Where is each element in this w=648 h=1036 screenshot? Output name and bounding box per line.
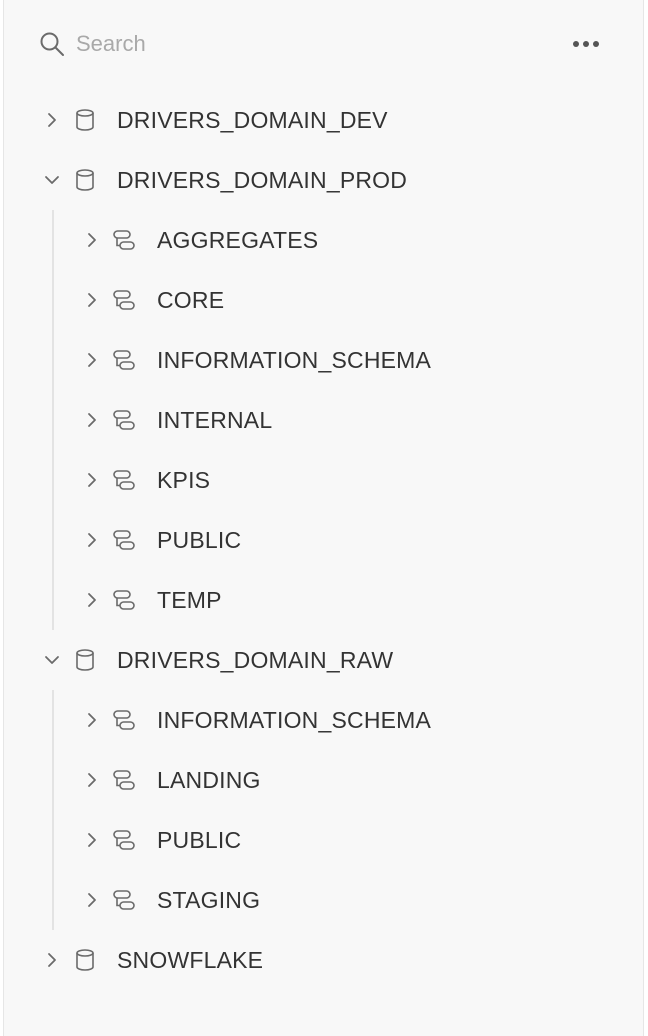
tree-item-label: INFORMATION_SCHEMA	[157, 707, 432, 733]
schema-icon	[111, 527, 137, 553]
database-item-drivers-domain-raw[interactable]: DRIVERS_DOMAIN_RAW	[4, 630, 643, 690]
chevron-right-icon[interactable]	[42, 950, 62, 970]
tree-item-label: INTERNAL	[157, 407, 273, 433]
chevron-right-icon[interactable]	[82, 470, 102, 490]
schema-item-aggregates[interactable]: AGGREGATES	[4, 210, 643, 270]
database-item-drivers-domain-dev[interactable]: DRIVERS_DOMAIN_DEV	[4, 90, 643, 150]
schema-icon	[111, 407, 137, 433]
schema-item-temp[interactable]: TEMP	[4, 570, 643, 630]
tree-item-label: AGGREGATES	[157, 227, 319, 253]
tree-item-label: DRIVERS_DOMAIN_PROD	[117, 167, 408, 193]
database-icon	[72, 947, 98, 973]
database-item-drivers-domain-prod[interactable]: DRIVERS_DOMAIN_PROD	[4, 150, 643, 210]
chevron-down-icon[interactable]	[42, 650, 62, 670]
tree-item-label: SNOWFLAKE	[117, 947, 264, 973]
schema-item-kpis[interactable]: KPIS	[4, 450, 643, 510]
more-options-button[interactable]	[564, 28, 608, 60]
schema-icon	[111, 827, 137, 853]
search-input[interactable]	[76, 28, 516, 60]
database-icon	[72, 647, 98, 673]
chevron-right-icon[interactable]	[82, 770, 102, 790]
tree-item-label: DRIVERS_DOMAIN_RAW	[117, 647, 394, 673]
schema-icon	[111, 347, 137, 373]
schema-icon	[111, 767, 137, 793]
database-tree: DRIVERS_DOMAIN_DEV DRIVERS_DOMAIN_PROD AGG…	[4, 90, 643, 990]
chevron-right-icon[interactable]	[82, 530, 102, 550]
schema-icon	[111, 707, 137, 733]
chevron-right-icon[interactable]	[82, 710, 102, 730]
database-icon	[72, 107, 98, 133]
tree-item-label: STAGING	[157, 887, 261, 913]
tree-item-label: PUBLIC	[157, 527, 242, 553]
database-item-snowflake[interactable]: SNOWFLAKE	[4, 930, 643, 990]
chevron-down-icon[interactable]	[42, 170, 62, 190]
chevron-right-icon[interactable]	[82, 830, 102, 850]
tree-item-label: TEMP	[157, 587, 222, 613]
schema-item-landing[interactable]: LANDING	[4, 750, 643, 810]
tree-item-label: LANDING	[157, 767, 261, 793]
chevron-right-icon[interactable]	[82, 410, 102, 430]
tree-item-label: CORE	[157, 287, 225, 313]
chevron-right-icon[interactable]	[42, 110, 62, 130]
tree-item-label: INFORMATION_SCHEMA	[157, 347, 432, 373]
schema-item-public[interactable]: PUBLIC	[4, 810, 643, 870]
schema-icon	[111, 467, 137, 493]
schema-list: INFORMATION_SCHEMA LANDING PUBLIC STAGING	[4, 690, 643, 930]
tree-item-label: KPIS	[157, 467, 211, 493]
schema-icon	[111, 227, 137, 253]
search-icon	[38, 30, 66, 58]
schema-item-staging[interactable]: STAGING	[4, 870, 643, 930]
schema-list: AGGREGATES CORE INFORMATION_SCHEMA INTERNAL…	[4, 210, 643, 630]
schema-item-information-schema[interactable]: INFORMATION_SCHEMA	[4, 330, 643, 390]
chevron-right-icon[interactable]	[82, 290, 102, 310]
schema-icon	[111, 287, 137, 313]
chevron-right-icon[interactable]	[82, 230, 102, 250]
chevron-right-icon[interactable]	[82, 890, 102, 910]
object-explorer-panel: DRIVERS_DOMAIN_DEV DRIVERS_DOMAIN_PROD AGG…	[3, 0, 644, 1036]
more-horizontal-icon	[564, 28, 608, 60]
schema-item-public[interactable]: PUBLIC	[4, 510, 643, 570]
schema-item-information-schema[interactable]: INFORMATION_SCHEMA	[4, 690, 643, 750]
chevron-right-icon[interactable]	[82, 590, 102, 610]
schema-icon	[111, 887, 137, 913]
chevron-right-icon[interactable]	[82, 350, 102, 370]
search-bar	[4, 14, 643, 74]
database-icon	[72, 167, 98, 193]
schema-item-internal[interactable]: INTERNAL	[4, 390, 643, 450]
schema-item-core[interactable]: CORE	[4, 270, 643, 330]
tree-item-label: DRIVERS_DOMAIN_DEV	[117, 107, 388, 133]
schema-icon	[111, 587, 137, 613]
tree-item-label: PUBLIC	[157, 827, 242, 853]
